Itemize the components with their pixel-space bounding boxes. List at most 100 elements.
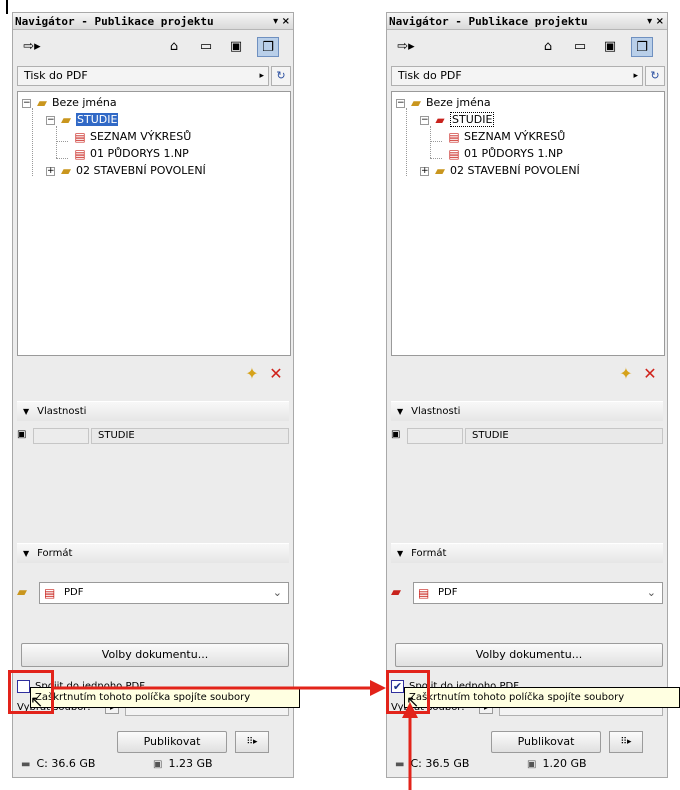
highlight-box-after xyxy=(386,670,430,714)
format-section-header[interactable]: ▼ Formát xyxy=(391,543,663,563)
format-value: PDF xyxy=(64,587,84,598)
collapse-icon[interactable]: − xyxy=(46,115,55,125)
publish-button[interactable]: Publikovat xyxy=(117,731,227,753)
document-options-button[interactable]: Volby dokumentu... xyxy=(21,643,289,667)
set-pdf-icon: ▰ xyxy=(391,585,401,600)
tree-node-item[interactable]: ▤ SEZNAM VÝKRESŮ xyxy=(72,128,191,145)
collapse-icon[interactable]: − xyxy=(22,98,31,108)
publisher-panel-before: Navigátor - Publikace projektu ▾ × ⇨▸ ⌂ … xyxy=(12,12,294,778)
format-dropdown[interactable]: ▤ PDF ⌄ xyxy=(39,582,289,604)
memory-status: ▣ 1.20 GB xyxy=(527,751,587,778)
house-icon[interactable]: ⌂ xyxy=(537,37,559,57)
publish-icon[interactable]: ⇨▸ xyxy=(391,37,421,57)
section-title: Formát xyxy=(411,548,447,559)
expand-icon[interactable]: + xyxy=(46,166,55,176)
expand-icon[interactable]: + xyxy=(420,166,429,176)
panel-window-controls[interactable]: ▾ × xyxy=(273,13,290,30)
folder-icon[interactable]: ▭ xyxy=(195,37,217,57)
tree-node-set[interactable]: − ▰ STUDIE xyxy=(46,111,119,128)
disk-status: ▬ C: 36.6 GB xyxy=(21,751,95,778)
project-icon: ▰ xyxy=(37,95,47,111)
status-bar: ▬ C: 36.5 GB ▣ 1.20 GB xyxy=(387,751,667,777)
collapse-triangle-icon: ▼ xyxy=(397,549,404,558)
set-folder-icon: ▰ xyxy=(61,112,71,128)
tooltip: Zaškrtnutím tohoto políčka spojíte soubo… xyxy=(404,687,680,708)
house-icon[interactable]: ⌂ xyxy=(163,37,185,57)
publisher-icon[interactable]: ❐ xyxy=(257,37,279,57)
tree-node-label: SEZNAM VÝKRESŮ xyxy=(464,130,566,143)
publisher-tree[interactable]: − ▰ Beze jména − ▰ STUDIE ▤ SEZNAM VÝKRESŮ ▤ 0… xyxy=(17,91,291,356)
property-id-field[interactable] xyxy=(407,428,463,444)
menu-icon[interactable]: ⠿▸ xyxy=(609,731,643,753)
tree-node-set[interactable]: + ▰ 02 STAVEBNÍ POVOLENÍ xyxy=(46,162,206,179)
collapse-triangle-icon: ▼ xyxy=(397,407,404,416)
tree-node-label: SEZNAM VÝKRESŮ xyxy=(90,130,192,143)
pdf-icon: ▤ xyxy=(448,146,460,161)
property-row: ▣ STUDIE xyxy=(391,428,663,444)
tree-node-set[interactable]: − ▰ STUDIE xyxy=(420,111,495,128)
property-name-field[interactable]: STUDIE xyxy=(465,428,663,444)
publish-icon[interactable]: ⇨▸ xyxy=(17,37,47,57)
arrowhead-right-icon xyxy=(370,680,386,696)
new-folder-icon[interactable]: ✦ xyxy=(615,363,637,385)
panel-window-controls[interactable]: ▾ × xyxy=(647,13,664,30)
pdf-icon: ▤ xyxy=(74,129,86,144)
properties-section-header[interactable]: ▼ Vlastnosti xyxy=(391,401,663,421)
publisher-set-value: Tisk do PDF xyxy=(398,69,462,82)
set-folder-icon: ▰ xyxy=(435,163,445,179)
section-title: Formát xyxy=(37,548,73,559)
chevron-right-icon: ▸ xyxy=(633,71,638,81)
disk-icon: ▬ xyxy=(21,759,31,770)
tree-node-item[interactable]: ▤ 01 PŮDORYS 1.NP xyxy=(446,145,563,162)
publisher-icon[interactable]: ❐ xyxy=(631,37,653,57)
navigator-toolbar: ⇨▸ ⌂ ▭ ▣ ❐ xyxy=(387,35,667,61)
panel-titlebar[interactable]: Navigátor - Publikace projektu ▾ × xyxy=(13,13,293,30)
panel-titlebar[interactable]: Navigátor - Publikace projektu ▾ × xyxy=(387,13,667,30)
refresh-icon[interactable]: ↻ xyxy=(645,66,665,86)
layout-icon[interactable]: ▣ xyxy=(599,37,621,57)
panel-title: Navigátor - Publikace projektu xyxy=(15,15,214,28)
new-folder-icon[interactable]: ✦ xyxy=(241,363,263,385)
tree-node-label: 02 STAVEBNÍ POVOLENÍ xyxy=(450,164,580,177)
tree-node-item[interactable]: ▤ 01 PŮDORYS 1.NP xyxy=(72,145,189,162)
format-section-header[interactable]: ▼ Formát xyxy=(17,543,289,563)
document-options-button[interactable]: Volby dokumentu... xyxy=(395,643,663,667)
menu-icon[interactable]: ⠿▸ xyxy=(235,731,269,753)
tree-node-set[interactable]: + ▰ 02 STAVEBNÍ POVOLENÍ xyxy=(420,162,580,179)
disk-value: C: 36.6 GB xyxy=(36,757,96,770)
property-name-field[interactable]: STUDIE xyxy=(91,428,289,444)
delete-icon[interactable]: ✕ xyxy=(265,363,287,385)
publisher-panel-after: Navigátor - Publikace projektu ▾ × ⇨▸ ⌂ … xyxy=(386,12,668,778)
delete-icon[interactable]: ✕ xyxy=(639,363,661,385)
disk-value: C: 36.5 GB xyxy=(410,757,470,770)
property-id-field[interactable] xyxy=(33,428,89,444)
tree-node-label: STUDIE xyxy=(450,112,495,127)
text-cursor xyxy=(6,0,8,14)
set-folder-icon: ▰ xyxy=(17,585,27,600)
memory-icon: ▣ xyxy=(153,759,163,770)
tooltip: Zaškrtnutím tohoto políčka spojíte soubo… xyxy=(30,687,300,708)
tree-node-root[interactable]: − ▰ Beze jména xyxy=(396,94,491,111)
format-dropdown[interactable]: ▤ PDF ⌄ xyxy=(413,582,663,604)
layout-icon[interactable]: ▣ xyxy=(225,37,247,57)
publisher-set-dropdown[interactable]: Tisk do PDF ▸ xyxy=(391,66,643,86)
folder-icon[interactable]: ▭ xyxy=(569,37,591,57)
collapse-icon[interactable]: − xyxy=(396,98,405,108)
chevron-down-icon: ⌄ xyxy=(272,586,282,599)
layout-icon: ▣ xyxy=(17,429,27,440)
publisher-tree[interactable]: − ▰ Beze jména − ▰ STUDIE ▤ SEZNAM VÝKRESŮ ▤ 0… xyxy=(391,91,665,356)
publish-button[interactable]: Publikovat xyxy=(491,731,601,753)
memory-value: 1.20 GB xyxy=(542,757,587,770)
refresh-icon[interactable]: ↻ xyxy=(271,66,291,86)
publisher-set-dropdown[interactable]: Tisk do PDF ▸ xyxy=(17,66,269,86)
tree-node-root[interactable]: − ▰ Beze jména xyxy=(22,94,117,111)
collapse-icon[interactable]: − xyxy=(420,115,429,125)
memory-status: ▣ 1.23 GB xyxy=(153,751,213,778)
properties-section-header[interactable]: ▼ Vlastnosti xyxy=(17,401,289,421)
tree-node-label: 01 PŮDORYS 1.NP xyxy=(90,147,189,160)
tree-node-item[interactable]: ▤ SEZNAM VÝKRESŮ xyxy=(446,128,565,145)
collapse-triangle-icon: ▼ xyxy=(23,549,30,558)
set-folder-icon: ▰ xyxy=(61,163,71,179)
tree-node-label: 01 PŮDORYS 1.NP xyxy=(464,147,563,160)
tree-node-label: Beze jména xyxy=(426,96,491,109)
